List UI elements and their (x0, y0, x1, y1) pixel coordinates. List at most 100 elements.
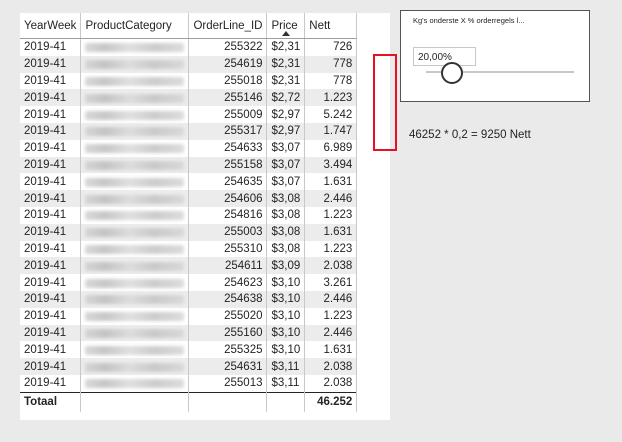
cell-orderline-id: 255322 (188, 38, 268, 56)
cell-orderline-id: 255020 (188, 307, 268, 325)
red-highlight-rectangle (373, 54, 397, 151)
table-row[interactable]: 2019-41 254631 $3,11 2.038 (20, 358, 358, 375)
blurred-category-text (85, 278, 185, 288)
cell-nett: 1.747 (304, 122, 358, 140)
cell-productcategory (80, 307, 190, 325)
cell-price: $2,31 (266, 55, 306, 73)
table-row[interactable]: 2019-41 254638 $3,10 2.446 (20, 290, 358, 308)
cell-nett: 726 (304, 38, 358, 56)
cell-productcategory (80, 257, 190, 275)
cell-nett: 1.631 (304, 341, 358, 359)
cell-productcategory (80, 240, 190, 258)
blurred-category-text (85, 379, 185, 389)
cell-nett: 6.989 (304, 139, 358, 157)
cell-orderline-id: 254619 (188, 55, 268, 73)
cell-nett: 3.494 (304, 156, 358, 174)
column-header-price-label: Price (271, 19, 298, 32)
cell-nett: 2.446 (304, 324, 358, 342)
table-row[interactable]: 2019-41 254606 $3,08 2.446 (20, 190, 358, 207)
cell-productcategory (80, 223, 190, 241)
cell-productcategory (80, 55, 190, 73)
blurred-category-text (85, 76, 185, 86)
cell-orderline-id: 255009 (188, 106, 268, 123)
cell-yearweek: 2019-41 (20, 274, 82, 291)
cell-price: $3,07 (266, 156, 306, 174)
cell-nett: 2.446 (304, 190, 358, 207)
table-row[interactable]: 2019-41 255310 $3,08 1.223 (20, 240, 358, 258)
cell-price: $3,11 (266, 358, 306, 375)
table-row[interactable]: 2019-41 255003 $3,08 1.631 (20, 223, 358, 241)
percentage-slicer: Kg's onderste X % orderregels l... 20,00… (400, 10, 590, 102)
cell-productcategory (80, 358, 190, 375)
column-header-orderline-id[interactable]: OrderLine_ID (188, 13, 268, 39)
cell-productcategory (80, 139, 190, 157)
blurred-category-text (85, 144, 185, 154)
cell-orderline-id: 254623 (188, 274, 268, 291)
column-header-nett[interactable]: Nett (304, 13, 358, 39)
blurred-category-text (85, 328, 185, 338)
table-row[interactable]: 2019-41 254623 $3,10 3.261 (20, 274, 358, 291)
total-empty-cell (80, 391, 190, 412)
cell-price: $3,10 (266, 324, 306, 342)
table-row[interactable]: 2019-41 254611 $3,09 2.038 (20, 257, 358, 275)
cell-productcategory (80, 206, 190, 224)
cell-price: $2,97 (266, 122, 306, 140)
cell-yearweek: 2019-41 (20, 240, 82, 258)
table-row[interactable]: 2019-41 254619 $2,31 778 (20, 55, 358, 73)
table-row[interactable]: 2019-41 255317 $2,97 1.747 (20, 122, 358, 140)
table-row[interactable]: 2019-41 255009 $2,97 5.242 (20, 106, 358, 123)
total-empty-cell (266, 391, 306, 412)
cell-productcategory (80, 190, 190, 207)
cell-price: $3,10 (266, 290, 306, 308)
cell-orderline-id: 255018 (188, 72, 268, 90)
table-body: 2019-41 255322 $2,31 726 2019-41 254619 $2,31 7… (20, 38, 358, 393)
slider-handle[interactable] (441, 62, 464, 84)
table-row[interactable]: 2019-41 255322 $2,31 726 (20, 38, 358, 56)
table-row[interactable]: 2019-41 255018 $2,31 778 (20, 72, 358, 90)
cell-orderline-id: 254631 (188, 358, 268, 375)
cell-productcategory (80, 341, 190, 359)
table-row[interactable]: 2019-41 255160 $3,10 2.446 (20, 324, 358, 342)
cell-orderline-id: 255158 (188, 156, 268, 174)
table-row[interactable]: 2019-41 255325 $3,10 1.631 (20, 341, 358, 359)
cell-nett: 1.223 (304, 206, 358, 224)
column-header-productcategory[interactable]: ProductCategory (80, 13, 190, 39)
blurred-category-text (85, 194, 185, 204)
table-row[interactable]: 2019-41 254635 $3,07 1.631 (20, 173, 358, 191)
total-nett: 46.252 (304, 391, 358, 412)
cell-orderline-id: 254635 (188, 173, 268, 191)
cell-nett: 2.446 (304, 290, 358, 308)
table-row[interactable]: 2019-41 255013 $3,11 2.038 (20, 374, 358, 393)
cell-price: $3,08 (266, 223, 306, 241)
cell-orderline-id: 254816 (188, 206, 268, 224)
cell-nett: 1.223 (304, 89, 358, 107)
table-row[interactable]: 2019-41 254816 $3,08 1.223 (20, 206, 358, 224)
table-row[interactable]: 2019-41 254633 $3,07 6.989 (20, 139, 358, 157)
cell-price: $2,72 (266, 89, 306, 107)
table-row[interactable]: 2019-41 255158 $3,07 3.494 (20, 156, 358, 174)
cell-productcategory (80, 106, 190, 123)
table-row[interactable]: 2019-41 255146 $2,72 1.223 (20, 89, 358, 107)
cell-nett: 2.038 (304, 374, 358, 393)
column-header-price[interactable]: Price (266, 13, 306, 39)
cell-productcategory (80, 324, 190, 342)
cell-yearweek: 2019-41 (20, 290, 82, 308)
cell-nett: 778 (304, 72, 358, 90)
cell-productcategory (80, 173, 190, 191)
cell-nett: 1.631 (304, 223, 358, 241)
total-row: Totaal 46.252 (20, 391, 358, 412)
blurred-category-text (85, 244, 185, 254)
cell-productcategory (80, 89, 190, 107)
cell-productcategory (80, 156, 190, 174)
cell-yearweek: 2019-41 (20, 106, 82, 123)
cell-yearweek: 2019-41 (20, 374, 82, 393)
cell-yearweek: 2019-41 (20, 156, 82, 174)
cell-yearweek: 2019-41 (20, 358, 82, 375)
cell-nett: 5.242 (304, 106, 358, 123)
column-header-yearweek[interactable]: YearWeek (20, 13, 82, 39)
cell-yearweek: 2019-41 (20, 190, 82, 207)
cell-yearweek: 2019-41 (20, 139, 82, 157)
blurred-category-text (85, 127, 185, 137)
table-header-row: YearWeek ProductCategory OrderLine_ID Pr… (20, 13, 358, 39)
table-row[interactable]: 2019-41 255020 $3,10 1.223 (20, 307, 358, 325)
